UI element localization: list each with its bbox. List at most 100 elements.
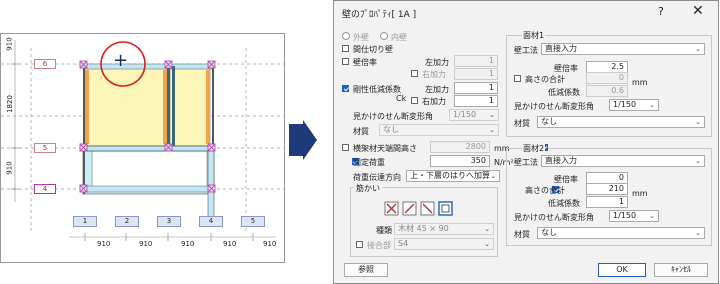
face-material-1-title: 面材1 (522, 30, 546, 41)
load-direction-select[interactable]: 上・下層のはりへ加算 ⌄ (406, 170, 500, 182)
face2-ratio-label: 壁倍率 (554, 175, 578, 184)
face1-angle-select[interactable]: 1/150 ⌄ (609, 99, 659, 111)
radio-outer-wall[interactable] (342, 32, 350, 40)
face2-angle-value: 1/150 (613, 211, 637, 220)
face1-height-label: 高さの合計 (525, 75, 565, 84)
fixed-load-input[interactable]: 350 (430, 155, 490, 167)
dim-bottom-1: 910 (97, 240, 111, 248)
chevron-down-icon: ⌄ (695, 157, 701, 165)
face1-angle-value: 1/150 (613, 100, 637, 109)
cancel-button[interactable]: ｷｬﾝｾﾙ (654, 263, 708, 277)
dialog-title: 壁のﾌﾟﾛﾊﾟﾃｨ[ 1A ] (342, 10, 417, 20)
fixed-load-label: 固定荷重 (353, 158, 385, 167)
face1-method-select[interactable]: 直接入力 ⌄ (541, 43, 705, 55)
face1-reduce-label: 低減係数 (548, 88, 580, 97)
face1-material-label: 材質 (514, 119, 530, 128)
joint-checkbox[interactable] (356, 241, 363, 248)
bracing-cross-button[interactable] (384, 201, 399, 216)
partition-wall-checkbox[interactable] (342, 45, 349, 52)
chevron-down-icon: ⌄ (649, 101, 655, 109)
face2-angle-label: 見かけのせん断変形角 (514, 213, 594, 222)
row-label-5[interactable]: 5 (34, 143, 56, 153)
ok-button[interactable]: OK (598, 263, 646, 277)
face2-angle-select[interactable]: 1/150 ⌄ (609, 210, 659, 222)
bracing-none-button[interactable] (438, 201, 453, 216)
help-button[interactable]: ? (658, 5, 664, 18)
face2-height-label: 高さの合計 (525, 186, 565, 195)
chevron-down-icon: ⌄ (695, 45, 701, 53)
wall-ratio-right-input[interactable]: 1 (454, 68, 498, 80)
col-label-2[interactable]: 2 (115, 216, 139, 227)
wall-properties-dialog: 壁のﾌﾟﾛﾊﾟﾃｨ[ 1A ] ? ✕ 外壁 内壁 間仕切り壁 壁倍率 左加力 … (333, 0, 719, 284)
crosshair-cursor-icon: + (113, 50, 129, 71)
joint-label: 接合部 (367, 241, 391, 250)
bracing-label: 筋かい (354, 183, 382, 194)
right-add-label-2: 右加力 (422, 97, 446, 106)
rigidity-reduction-checkbox[interactable] (342, 85, 349, 92)
chevron-down-icon: ⌄ (490, 172, 496, 180)
dim-bottom-5: 910 (263, 240, 277, 248)
apparent-angle-value: 1/150 (453, 110, 477, 119)
col-label-3[interactable]: 3 (157, 216, 181, 227)
bracing-right-button[interactable] (420, 201, 435, 216)
dim-left-1820: 1820 (5, 95, 14, 113)
face2-height-input[interactable]: 210 (586, 183, 628, 195)
ceiling-height-input[interactable]: 2800 (430, 141, 490, 153)
rigidity-left-input[interactable]: 1 (454, 82, 498, 94)
ceiling-height-checkbox[interactable] (342, 144, 349, 151)
ck-label: Ck (396, 94, 407, 103)
material-label: 材質 (353, 127, 369, 136)
face2-reduce-input[interactable]: 1 (586, 196, 628, 208)
face1-material-select[interactable]: なし ⌄ (537, 116, 705, 128)
col-label-4[interactable]: 4 (199, 216, 223, 227)
load-direction-value: 上・下層のはりへ加算 (410, 171, 490, 180)
joint-select[interactable]: S4 ⌄ (394, 238, 494, 250)
face1-material-value: なし (541, 117, 557, 126)
chevron-down-icon: ⌄ (489, 111, 495, 119)
rigidity-reduction-label: 剛性低減係数 (353, 85, 401, 94)
material-value: なし (383, 125, 399, 134)
face1-reduce-input[interactable]: 0.6 (586, 85, 628, 97)
dim-bottom-4: 910 (223, 240, 237, 248)
material-select[interactable]: なし ⌄ (379, 124, 499, 136)
face2-material-select[interactable]: なし ⌄ (537, 227, 705, 239)
radio-inner-label: 内壁 (391, 33, 407, 42)
radio-outer-label: 外壁 (353, 33, 369, 42)
dim-left-910: 910 (5, 161, 14, 175)
bracing-left-button[interactable] (402, 201, 417, 216)
col-label-5[interactable]: 5 (241, 216, 265, 227)
face1-method-label: 壁工法 (514, 46, 538, 55)
right-add-checkbox-2[interactable] (411, 97, 418, 104)
face2-mm-label: mm (632, 189, 648, 198)
chevron-down-icon: ⌄ (489, 126, 495, 134)
reference-button[interactable]: 参照 (344, 263, 388, 277)
dim-bottom-3: 910 (181, 240, 195, 248)
dim-bottom-2: 910 (139, 240, 153, 248)
face1-mm-label: mm (632, 78, 648, 87)
wall-ratio-checkbox[interactable] (342, 58, 349, 65)
chevron-down-icon: ⌄ (695, 229, 701, 237)
right-add-checkbox-1[interactable] (411, 70, 418, 77)
apparent-angle-select[interactable]: 1/150 ⌄ (449, 109, 499, 121)
face1-height-input[interactable]: 0 (586, 72, 628, 84)
wall-ratio-left-input[interactable]: 1 (454, 55, 498, 67)
chevron-down-icon: ⌄ (484, 225, 490, 233)
right-arrow-icon (289, 120, 317, 160)
rigidity-right-input[interactable]: 1 (454, 95, 498, 107)
row-label-6[interactable]: 6 (34, 59, 56, 69)
floor-plan-panel[interactable]: 910 1820 910 6 5 4 + 1 2 3 4 5 910 910 9… (0, 33, 285, 263)
face1-height-checkbox[interactable] (514, 75, 521, 82)
dialog-titlebar[interactable]: 壁のﾌﾟﾛﾊﾟﾃｨ[ 1A ] ? ✕ (334, 1, 718, 23)
col-label-1[interactable]: 1 (73, 216, 97, 227)
apparent-angle-label: 見かけのせん断変形角 (353, 112, 433, 121)
row-label-4[interactable]: 4 (34, 184, 56, 194)
face2-reduce-label: 低減係数 (548, 199, 580, 208)
face1-method-value: 直接入力 (545, 44, 577, 53)
chevron-down-icon: ⌄ (649, 212, 655, 220)
bracing-kind-select[interactable]: 木材 45 × 90 ⌄ (394, 223, 494, 235)
bracing-kind-value: 木材 45 × 90 (398, 224, 449, 233)
face2-method-select[interactable]: 直接入力 ⌄ (541, 155, 705, 167)
radio-inner-wall[interactable] (380, 32, 388, 40)
close-button[interactable]: ✕ (692, 3, 704, 19)
bracing-kind-label: 種類 (376, 226, 392, 235)
